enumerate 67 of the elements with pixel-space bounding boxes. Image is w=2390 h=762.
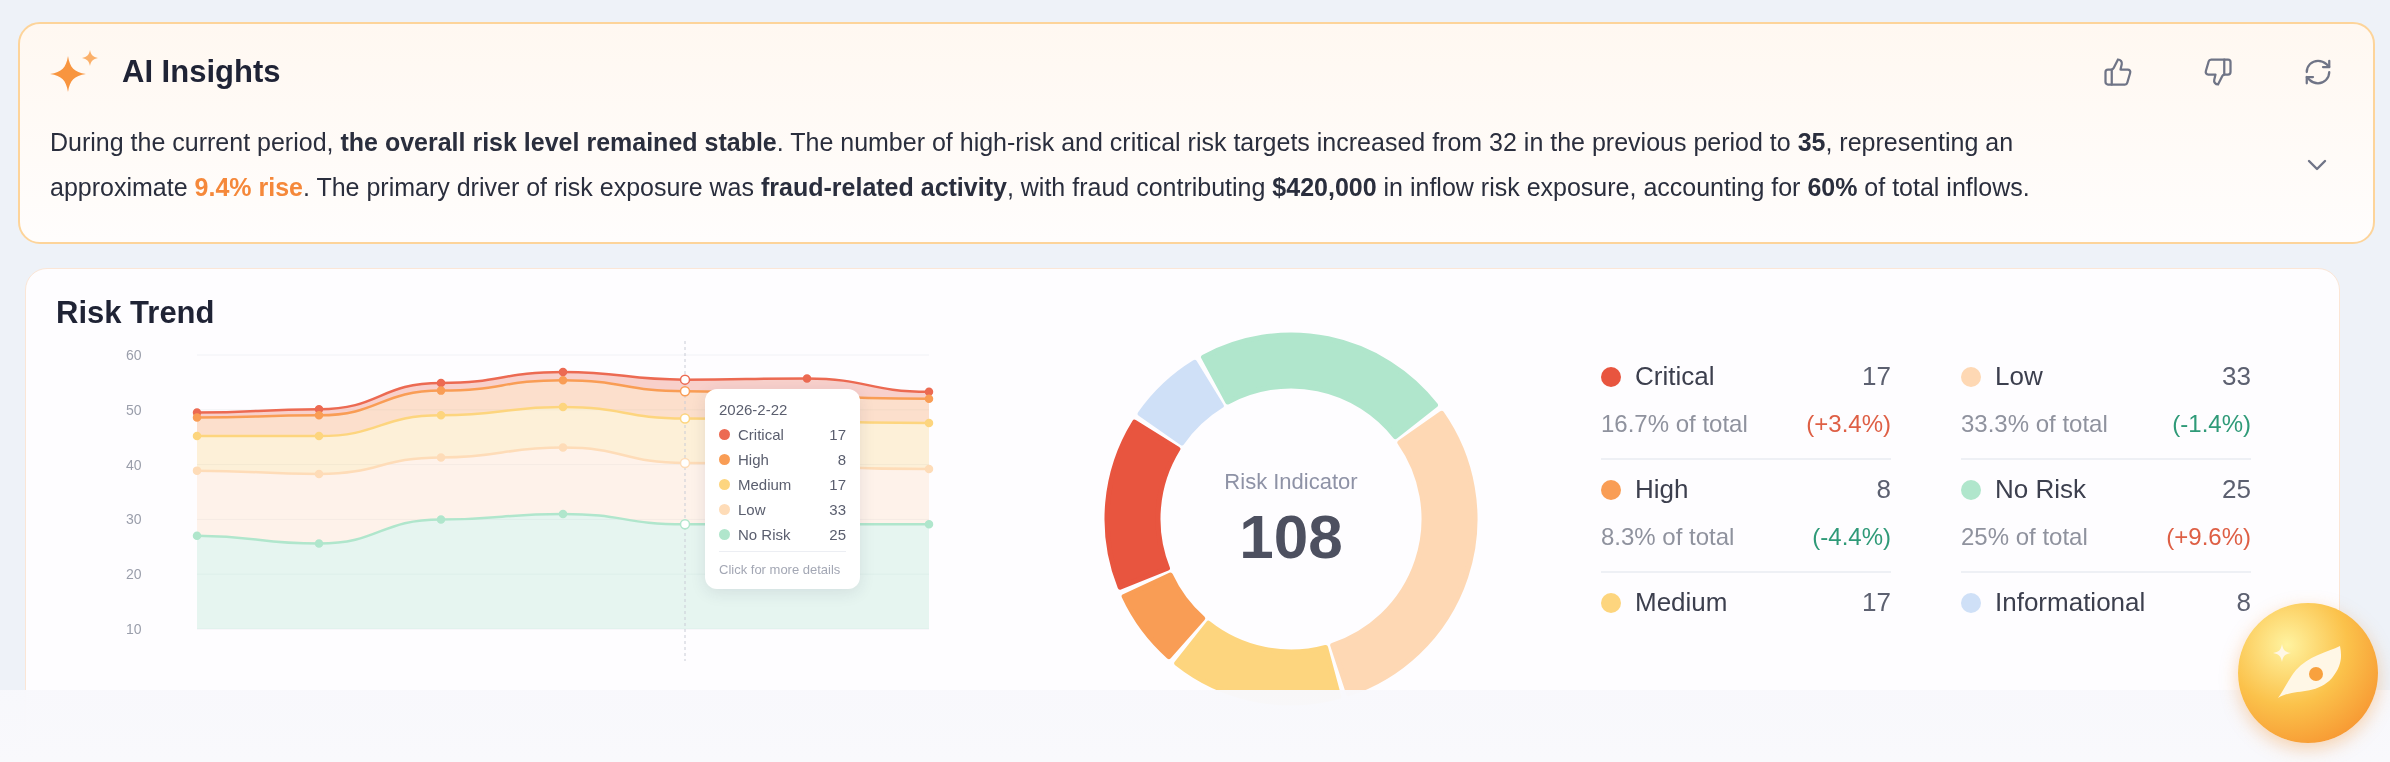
legend-name: Critical [1635, 361, 1716, 392]
legend-change: (-4.4%) [1812, 523, 1891, 551]
legend-count: 8 [2236, 587, 2251, 618]
point [436, 453, 446, 462]
series-name: No Risk [738, 526, 792, 543]
point [924, 520, 934, 529]
legend-change: (+3.4%) [1806, 410, 1891, 438]
series-name: High [738, 451, 770, 468]
point [314, 539, 324, 548]
risk-trend-title: Risk Trend [56, 295, 216, 331]
tooltip-link[interactable]: Click for more details [719, 551, 846, 577]
series-value: 17 [829, 426, 846, 443]
point [192, 431, 202, 441]
point [192, 413, 202, 422]
legend-name: Low [1995, 361, 2044, 392]
legend-change: (-1.4%) [2172, 410, 2251, 438]
series-name: Low [738, 501, 767, 518]
point [924, 418, 934, 428]
point [558, 375, 568, 385]
insights-summary: During the current period, the overall risk level remained stable. The number of high-risk and critical risk targets increased from 32 in the previous period to 35, representing an approximate 9.4% rise. The primary driver of risk exposure was fraud-related activity, with fraud contributing $420,000 in inflow risk exposure, accounting for 60% of total inflows. [50, 127, 2031, 203]
point [558, 443, 568, 452]
legend-count: 33 [2222, 361, 2251, 392]
series-value: 17 [829, 476, 846, 493]
legend-share: 33.3% of total [1961, 410, 2108, 438]
legend-name: High [1635, 474, 1690, 505]
point [679, 374, 691, 385]
legend-share: 8.3% of total [1601, 523, 1735, 551]
point [436, 378, 446, 388]
point [436, 386, 446, 395]
point [314, 411, 324, 420]
point [436, 411, 446, 420]
series-value: 8 [837, 451, 846, 468]
point [192, 466, 202, 475]
point [436, 515, 446, 524]
y-axis: 10 20 30 40 50 60 [126, 347, 142, 637]
point [314, 431, 324, 441]
series-name: Medium [738, 476, 793, 493]
insights-title: AI Insights [122, 54, 282, 90]
point [802, 374, 812, 383]
series-value: 25 [829, 526, 846, 543]
legend-count: 17 [1862, 587, 1891, 618]
legend-name: Informational [1995, 587, 2147, 618]
point [558, 367, 568, 377]
tooltip-date: 2026-2-22 [719, 401, 789, 418]
point [192, 531, 202, 541]
series-value: 33 [829, 501, 846, 518]
point [679, 519, 691, 530]
legend-count: 17 [1862, 361, 1891, 392]
series-name: Critical [738, 426, 785, 443]
point [558, 402, 568, 412]
point [558, 509, 568, 519]
point [314, 469, 324, 479]
indicator-label: Risk Indicator [1224, 469, 1358, 495]
legend-change: (+9.6%) [2166, 523, 2251, 551]
legend-name: Medium [1635, 587, 1729, 618]
legend-name: No Risk [1995, 474, 2087, 505]
legend-count: 8 [1876, 474, 1891, 505]
point [679, 385, 691, 397]
legend-share: 16.7% of total [1601, 410, 1748, 438]
point [924, 387, 934, 396]
point [679, 457, 691, 469]
indicator-value: 108 [1239, 501, 1343, 572]
point [924, 464, 934, 474]
point [924, 394, 934, 404]
legend-count: 25 [2222, 474, 2251, 505]
legend-share: 25% of total [1961, 523, 2088, 551]
point [679, 413, 691, 424]
